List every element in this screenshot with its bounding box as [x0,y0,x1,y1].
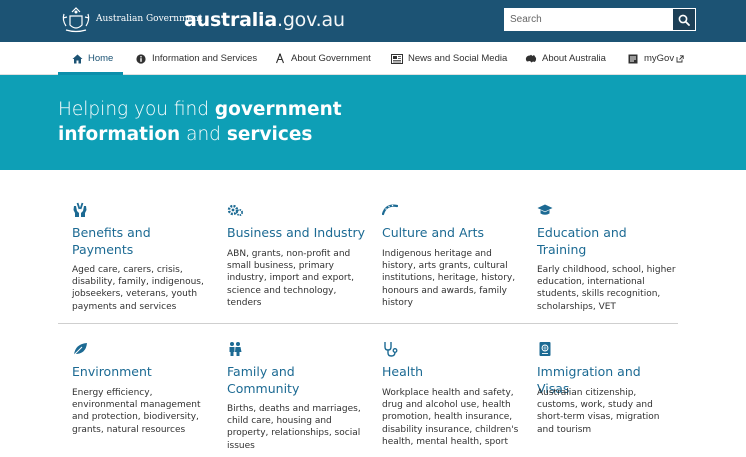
description-line: disability insurance, children's [382,424,519,435]
description-line: property, relationships, social [227,428,361,439]
description-line: drug and alcohol use, health [382,400,511,411]
category-title[interactable]: Training [537,241,586,258]
description-line: and protection, biodiversity, [72,412,199,423]
description-line: jobseekers, veterans, youth [72,289,198,300]
description-line: grants, natural resources [72,424,186,435]
home-icon [71,53,83,65]
category-description: Australian citizenship, customs, work, s… [537,387,677,436]
nav-label: News and Social Media [408,53,508,64]
hero-heading-line-2: information and services [58,124,312,145]
newspaper-icon [391,53,403,65]
hands-icon [73,202,87,217]
description-line: institutions, heritage, history, [382,273,516,284]
row-divider [58,323,678,324]
description-line: industry, import and export, [227,273,354,284]
family-icon [229,342,242,356]
description-line: science and technology, [227,285,337,296]
description-line: history [382,297,413,308]
hero-banner: Helping you find government information … [0,75,746,170]
description-line: disability, family, indigenous, [72,277,204,288]
search-icon [678,14,690,26]
nav-label: Home [88,53,114,64]
description-line: education, international [537,277,645,288]
coat-of-arms-icon [62,7,90,33]
graduation-cap-icon [537,204,553,215]
hero-text: and [180,124,227,145]
category-description: Workplace health and safety, drug and al… [382,387,522,448]
description-line: Births, deaths and marriages, [227,404,361,414]
description-line: Aged care, carers, crisis, [72,265,183,275]
external-link-icon [676,54,684,63]
description-line: Workplace health and safety, [382,388,514,398]
category-description: Energy efficiency, environmental managem… [72,387,212,436]
site-title[interactable]: australia.gov.au [184,9,345,31]
hero-text-bold: information [58,124,181,145]
category-description: ABN, grants, non-profit and small busine… [227,248,367,309]
description-line: short-term visas, migration [537,412,660,423]
category-title[interactable]: Business and Industry [227,224,365,241]
site-title-bold: australia [184,9,277,31]
category-title[interactable]: Benefits and [72,224,151,241]
description-line: small business, primary [227,261,335,272]
nav-item-news-social[interactable]: News and Social Media [391,42,507,75]
description-line: honours and awards, family [382,285,508,296]
category-title[interactable]: Family and [227,363,295,380]
category-description: Early childhood, school, higher educatio… [537,264,677,313]
category-title[interactable]: Culture and Arts [382,224,484,241]
category-title[interactable]: Community [227,380,299,397]
nav-label: Information and Services [152,53,258,64]
info-icon [135,53,147,65]
description-line: Australian citizenship, [537,388,637,398]
description-line: child care, housing and [227,416,332,427]
nav-item-mygov[interactable]: myGov [627,42,684,75]
category-description: Births, deaths and marriages, child care… [227,403,367,452]
category-title[interactable]: Health [382,363,423,380]
category-title[interactable]: Education and [537,224,627,241]
description-line: students, skills recognition, [537,289,661,300]
australia-map-icon [525,53,537,65]
description-line: issues [227,440,255,451]
description-line: Energy efficiency, [72,388,153,398]
main-nav: Home Information and Services About Gove… [0,42,746,75]
description-line: health, mental health, sport [382,436,508,447]
boomerang-icon [382,204,398,216]
description-line: tenders [227,297,262,308]
category-title[interactable]: Payments [72,241,133,258]
passport-icon [539,342,551,356]
description-line: scholarships, VET [537,301,616,312]
nav-item-information-services[interactable]: Information and Services [135,42,257,75]
gears-icon [227,204,243,216]
nav-label: About Government [291,53,371,64]
mygov-icon [627,53,639,65]
description-line: ABN, grants, non-profit and [227,249,351,259]
compass-icon [274,53,286,65]
nav-label: About Australia [542,53,606,64]
category-description: Indigenous heritage and history, arts gr… [382,248,522,309]
site-header: Australian Government australia.gov.au [0,0,746,42]
category-title[interactable]: Environment [72,363,152,380]
description-line: environmental management [72,400,201,411]
search-button[interactable] [672,8,696,31]
description-line: Early childhood, school, higher [537,265,676,275]
search-input[interactable] [504,8,672,31]
hero-text-bold: government [214,99,342,120]
stethoscope-icon [384,342,398,357]
category-description: Aged care, carers, crisis, disability, f… [72,264,212,313]
description-line: customs, work, study and [537,400,653,411]
hero-text: Helping you find [58,99,215,120]
site-title-suffix: .gov.au [276,9,345,31]
hero-text-bold: services [226,124,313,145]
nav-item-about-australia[interactable]: About Australia [525,42,606,75]
nav-label: myGov [644,53,675,64]
description-line: promotion, health insurance, [382,412,513,423]
leaf-icon [73,343,87,356]
description-line: Indigenous heritage and [382,249,492,259]
description-line: history, arts grants, cultural [382,261,508,272]
description-line: payments and services [72,301,177,312]
description-line: and tourism [537,424,592,435]
nav-item-home[interactable]: Home [71,42,113,75]
nav-item-about-government[interactable]: About Government [274,42,371,75]
hero-heading-line-1: Helping you find government [58,99,342,120]
